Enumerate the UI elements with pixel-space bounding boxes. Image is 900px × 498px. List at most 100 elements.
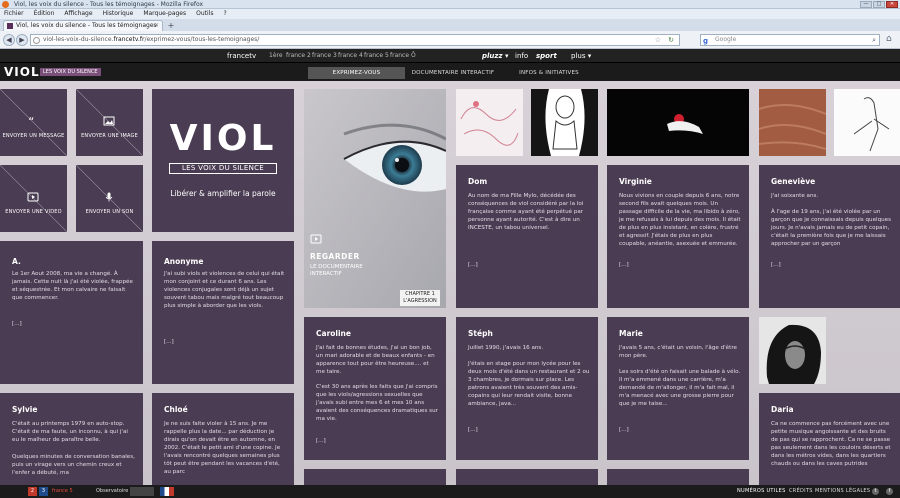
- send-image-tile[interactable]: ENVOYER UNE IMAGE: [76, 89, 143, 156]
- testimony-excerpt-1: J'avais 5 ans, c'était un voisin, l'âge …: [619, 345, 737, 359]
- testimony-daria[interactable]: Daria Ca ne commence pas forcément avec …: [759, 393, 900, 485]
- menu-fichier[interactable]: Fichier: [4, 9, 24, 19]
- documentary-video-tile[interactable]: REGARDER LE DOCUMENTAIRE INTERACTIF CHAP…: [304, 89, 446, 308]
- sport-link[interactable]: sport: [536, 49, 557, 63]
- partner-footer-logo[interactable]: [130, 487, 154, 496]
- testimony-partial-2[interactable]: [456, 469, 598, 485]
- testimony-caroline[interactable]: Caroline J'ai fait de bonnes études, j'a…: [304, 317, 446, 460]
- site-header: VIOL LES VOIX DU SILENCE EXPRIMEZ-VOUS D…: [0, 63, 900, 81]
- search-bar[interactable]: g Google ⌕: [700, 34, 880, 46]
- menu-aide[interactable]: ?: [223, 9, 226, 19]
- channel-franceo[interactable]: france Ô: [390, 49, 416, 63]
- testimony-image-portrait[interactable]: [759, 317, 826, 384]
- francetv-logo[interactable]: francetv: [227, 49, 256, 63]
- back-button[interactable]: ◀: [3, 34, 15, 46]
- plus-menu[interactable]: plus ▾: [571, 49, 591, 63]
- testimony-image-drawing-figure[interactable]: [531, 89, 598, 156]
- testimony-partial-1[interactable]: [304, 469, 446, 485]
- menu-historique[interactable]: Historique: [103, 9, 134, 19]
- figure-drawing-image: [531, 89, 598, 156]
- read-more-link[interactable]: [...]: [619, 262, 629, 268]
- twitter-icon[interactable]: t: [872, 488, 879, 495]
- channel-1ere[interactable]: 1ère: [269, 49, 283, 63]
- close-button[interactable]: ✕: [886, 1, 898, 8]
- read-more-link[interactable]: [...]: [164, 339, 174, 345]
- nav-infos-initiatives[interactable]: INFOS & INITIATIVES: [501, 67, 597, 79]
- browser-tab[interactable]: Viol, les voix du silence - Tous les tém…: [3, 20, 163, 31]
- france5-footer-logo[interactable]: france 5: [52, 487, 90, 496]
- france2-footer-logo[interactable]: 2: [28, 487, 37, 496]
- testimony-author: Sylvie: [12, 405, 38, 414]
- portrait-image: [759, 317, 826, 384]
- read-more-link[interactable]: [...]: [468, 262, 478, 268]
- read-more-link[interactable]: [...]: [468, 427, 478, 433]
- testimony-partial-3[interactable]: [607, 469, 749, 485]
- testimony-genevieve[interactable]: Geneviève J'ai soixante ans. À l'age de …: [759, 165, 900, 308]
- france3-footer-logo[interactable]: 3: [39, 487, 48, 496]
- facebook-icon[interactable]: f: [886, 488, 893, 495]
- nav-exprimez-vous[interactable]: EXPRIMEZ-VOUS: [308, 67, 405, 79]
- channel-france5[interactable]: france 5: [364, 49, 389, 63]
- testimony-sylvie[interactable]: Sylvie C'était au printemps 1979 en auto…: [0, 393, 143, 485]
- testimony-author: Virginie: [619, 177, 652, 186]
- testimony-excerpt-1: J'ai soixante ans.: [771, 193, 819, 199]
- texture-image: [759, 89, 826, 156]
- tab-title: Viol, les voix du silence - Tous les tém…: [16, 22, 157, 29]
- menu-edition[interactable]: Édition: [34, 9, 55, 19]
- testimony-excerpt-1: Juillet 1990, j'avais 16 ans.: [468, 345, 544, 351]
- read-more-link[interactable]: [...]: [12, 321, 22, 327]
- window-titlebar: Viol, les voix du silence - Tous les tém…: [0, 0, 900, 9]
- observatoire-footer-logo[interactable]: Observatoire: [96, 487, 128, 496]
- send-video-tile[interactable]: ENVOYER UNE VIDEO: [0, 165, 67, 232]
- send-sound-tile[interactable]: ENVOYER UN SON: [76, 165, 143, 232]
- testimony-anonyme[interactable]: Anonyme J'ai subi viols et violences de …: [152, 241, 294, 384]
- maximize-button[interactable]: □: [873, 1, 885, 8]
- forward-button[interactable]: ▶: [16, 34, 28, 46]
- read-more-link[interactable]: [...]: [771, 262, 781, 268]
- channel-france2[interactable]: france 2: [286, 49, 311, 63]
- testimony-dom[interactable]: Dom Au nom de ma Fille Mylo, décédée des…: [456, 165, 598, 308]
- send-message-label: ENVOYER UN MESSAGE: [2, 133, 65, 139]
- testimony-chloe[interactable]: Chloé Je ne suis faite violer à 15 ans. …: [152, 393, 294, 485]
- send-message-tile[interactable]: “ ENVOYER UN MESSAGE: [0, 89, 67, 156]
- url-bar[interactable]: viol-les-voix-du-silence.francetv.fr/exp…: [30, 34, 680, 46]
- testimony-virginie[interactable]: Virginie Nous vivions en couple depuis 6…: [607, 165, 749, 308]
- read-more-link[interactable]: [...]: [619, 427, 629, 433]
- testimony-image-drawing-pink[interactable]: [456, 89, 523, 156]
- tab-favicon-icon: [7, 23, 13, 29]
- channel-france4[interactable]: france 4: [338, 49, 363, 63]
- channel-france3[interactable]: france 3: [312, 49, 337, 63]
- info-link[interactable]: info: [515, 49, 528, 63]
- video-icon: [27, 192, 39, 202]
- testimony-steph[interactable]: Stéph Juillet 1990, j'avais 16 ans. J'ét…: [456, 317, 598, 460]
- site-logo[interactable]: VIOL: [4, 65, 40, 79]
- home-icon[interactable]: ⌂: [886, 34, 892, 44]
- reload-icon[interactable]: ↻: [668, 35, 674, 45]
- republique-footer-logo[interactable]: [160, 487, 174, 496]
- testimony-marie[interactable]: Marie J'avais 5 ans, c'était un voisin, …: [607, 317, 749, 460]
- footer-numeros-utiles[interactable]: NUMÉROS UTILES: [737, 485, 786, 498]
- menu-outils[interactable]: Outils: [196, 9, 213, 19]
- testimony-author: Chloé: [164, 405, 188, 414]
- menu-marque-pages[interactable]: Marque-pages: [143, 9, 186, 19]
- nav-documentaire-interactif[interactable]: DOCUMENTAIRE INTERACTIF: [405, 67, 501, 79]
- testimony-excerpt: Nous vivions en couple depuis 6 ans, not…: [619, 193, 741, 247]
- play-icon[interactable]: [310, 234, 322, 244]
- bookmark-star-icon[interactable]: ☆: [655, 35, 661, 45]
- tab-close-icon[interactable]: ✕: [154, 21, 159, 31]
- minimize-button[interactable]: —: [860, 1, 872, 8]
- new-tab-button[interactable]: +: [166, 22, 176, 31]
- testimony-a[interactable]: A. Le 1er Aout 2008, ma vie a changé. À …: [0, 241, 143, 384]
- footer-credits[interactable]: CRÉDITS: [789, 485, 813, 498]
- url-domain: francetv.fr: [113, 36, 145, 43]
- pluzz-link[interactable]: pluzz ▾: [482, 49, 509, 63]
- testimony-image-sketch[interactable]: [834, 89, 900, 156]
- read-more-link[interactable]: [...]: [316, 438, 326, 444]
- testimony-image-texture[interactable]: [759, 89, 826, 156]
- google-search-icon[interactable]: g: [703, 36, 708, 46]
- search-icon[interactable]: ⌕: [872, 35, 876, 45]
- footer-mentions-legales[interactable]: MENTIONS LÉGALES: [815, 485, 870, 498]
- site-identity-icon[interactable]: [33, 37, 40, 44]
- testimony-image-dark[interactable]: [607, 89, 749, 156]
- menu-affichage[interactable]: Affichage: [64, 9, 92, 19]
